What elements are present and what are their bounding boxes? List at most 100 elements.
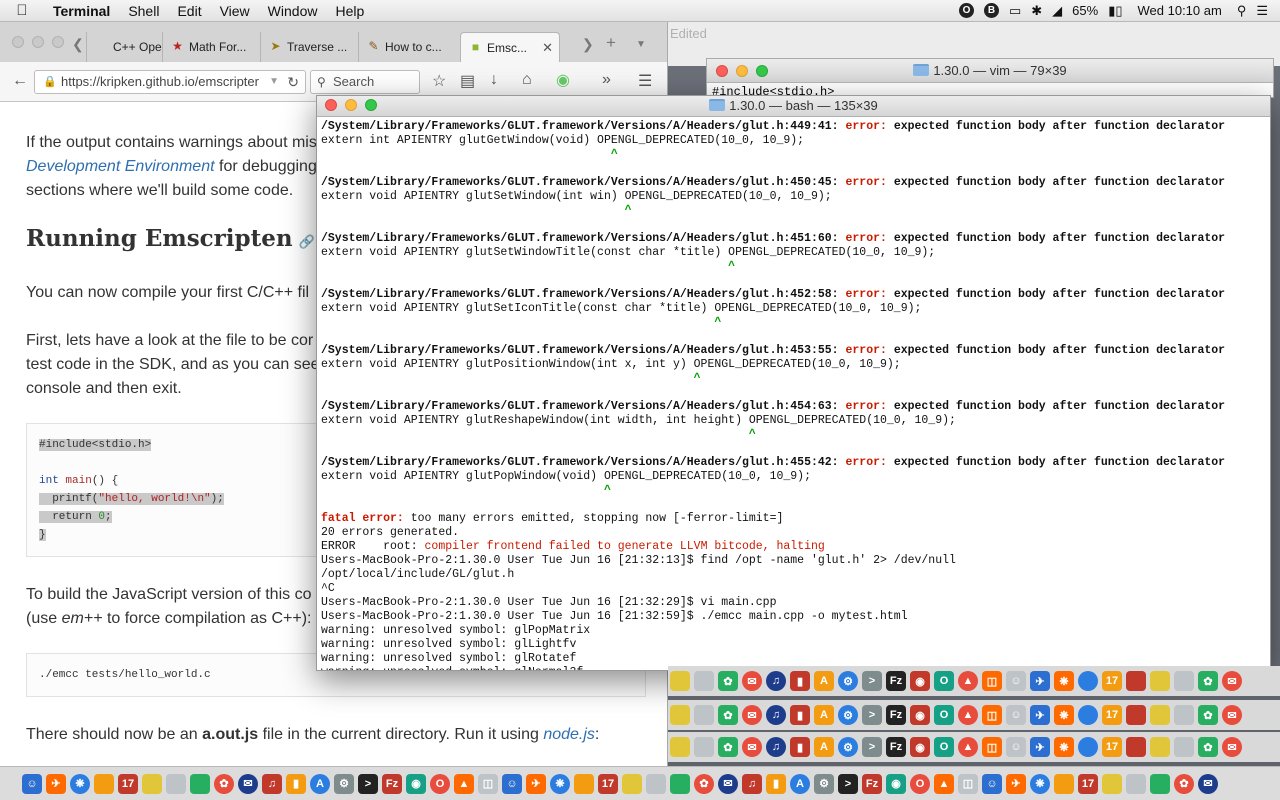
extension-icon[interactable]: ◉: [556, 70, 570, 90]
overflow-icon[interactable]: »: [602, 71, 611, 89]
battery-icon[interactable]: ▮▯: [1103, 3, 1127, 19]
music-icon[interactable]: ♫: [766, 737, 786, 757]
facetime-icon[interactable]: [1150, 773, 1170, 794]
books-icon[interactable]: ▮: [790, 671, 810, 691]
chrome-icon[interactable]: ◉: [886, 773, 906, 794]
launchpad-icon[interactable]: ✈: [526, 773, 546, 794]
safari-icon[interactable]: ❋: [550, 773, 570, 794]
system-preferences-icon[interactable]: ⚙: [334, 773, 354, 794]
contacts-icon[interactable]: [1078, 671, 1098, 691]
notes-icon[interactable]: [1102, 773, 1122, 794]
vim-window[interactable]: 1.30.0 — vim — 79×39 #include<stdio.h>: [706, 58, 1274, 99]
contacts-icon[interactable]: [1078, 737, 1098, 757]
photos-icon[interactable]: ✿: [214, 773, 234, 794]
books-icon[interactable]: ▮: [286, 773, 306, 794]
wifi-icon[interactable]: ◢: [1047, 3, 1067, 19]
calendar-icon[interactable]: 17: [1102, 705, 1122, 725]
filezilla-icon[interactable]: Fz: [886, 737, 906, 757]
zoom-button[interactable]: [52, 36, 64, 48]
filezilla-icon[interactable]: Fz: [886, 671, 906, 691]
tab-list-icon[interactable]: ▼: [636, 39, 646, 50]
music-icon[interactable]: ♫: [742, 773, 762, 794]
preview-icon[interactable]: [1126, 773, 1146, 794]
safari-icon[interactable]: ❋: [1054, 671, 1074, 691]
system-preferences-icon[interactable]: ⚙: [838, 671, 858, 691]
finder-icon[interactable]: ☺: [1006, 671, 1026, 691]
messages-icon[interactable]: ✉: [718, 773, 738, 794]
terminal-icon[interactable]: >: [862, 705, 882, 725]
preview-icon[interactable]: [1150, 705, 1170, 725]
terminal-titlebar[interactable]: 1.30.0 — bash — 135×39: [317, 96, 1270, 117]
preview-icon[interactable]: [1150, 737, 1170, 757]
menu-edit[interactable]: Edit: [168, 3, 210, 19]
chrome-icon[interactable]: ◉: [910, 671, 930, 691]
tab-cpp[interactable]: C++ Ope...: [86, 32, 162, 62]
reading-list-icon[interactable]: ▤: [460, 71, 475, 91]
safari-icon[interactable]: ❋: [70, 773, 90, 794]
calendar-icon[interactable]: 17: [1102, 737, 1122, 757]
terminal-icon[interactable]: >: [862, 671, 882, 691]
tab-traverse[interactable]: ➤ Traverse ...: [260, 32, 358, 62]
launchpad-icon[interactable]: ✈: [1030, 671, 1050, 691]
filezilla-icon[interactable]: Fz: [862, 773, 882, 794]
dev-environment-link[interactable]: Development Environment: [26, 158, 215, 175]
contacts-icon[interactable]: [1054, 773, 1074, 794]
photos-icon[interactable]: ✿: [718, 737, 738, 757]
vlc-icon[interactable]: ▲: [958, 737, 978, 757]
messages-icon[interactable]: ✉: [1222, 737, 1242, 757]
launchpad-icon[interactable]: ✈: [46, 773, 66, 794]
calendar-icon[interactable]: 17: [118, 773, 138, 794]
messages-icon[interactable]: ✉: [742, 671, 762, 691]
trash-icon[interactable]: ◫: [478, 773, 498, 794]
trash-icon[interactable]: ◫: [982, 737, 1002, 757]
menu-view[interactable]: View: [211, 3, 259, 19]
app-store-icon[interactable]: A: [310, 773, 330, 794]
facetime-icon[interactable]: [1174, 705, 1194, 725]
airplay-icon[interactable]: ▭: [1004, 3, 1026, 19]
facetime-icon[interactable]: [694, 737, 714, 757]
opera-icon[interactable]: O: [934, 737, 954, 757]
apple-icon[interactable]: : [0, 2, 44, 19]
contacts-icon[interactable]: [574, 773, 594, 794]
reload-icon[interactable]: ↻: [287, 71, 299, 93]
trash-icon[interactable]: ◫: [982, 671, 1002, 691]
menu-app-terminal[interactable]: Terminal: [44, 3, 119, 19]
books-icon[interactable]: ▮: [790, 705, 810, 725]
url-bar[interactable]: 🔒 https://kripken.github.io/emscripter ▼…: [34, 70, 306, 94]
opera-icon[interactable]: O: [430, 773, 450, 794]
menu-help[interactable]: Help: [326, 3, 373, 19]
chrome-icon[interactable]: ◉: [406, 773, 426, 794]
messages-icon[interactable]: ✉: [1222, 671, 1242, 691]
preview-icon[interactable]: [1150, 671, 1170, 691]
tab-scroll-right-icon[interactable]: ❯: [582, 36, 594, 53]
close-tab-icon[interactable]: ✕: [542, 33, 553, 62]
trash-icon[interactable]: ◫: [982, 705, 1002, 725]
terminal-window[interactable]: 1.30.0 — bash — 135×39 /System/Library/F…: [316, 95, 1271, 671]
filezilla-icon[interactable]: Fz: [886, 705, 906, 725]
safari-icon[interactable]: ❋: [1054, 737, 1074, 757]
photos-icon[interactable]: ✿: [1198, 737, 1218, 757]
permalink-icon[interactable]: 🔗: [299, 235, 315, 250]
bluetooth-icon[interactable]: ✱: [1026, 3, 1047, 19]
terminal-icon[interactable]: >: [358, 773, 378, 794]
preview-icon[interactable]: [670, 737, 690, 757]
photos-icon[interactable]: ✿: [694, 773, 714, 794]
messages-icon[interactable]: ✉: [742, 705, 762, 725]
facetime-icon[interactable]: [694, 671, 714, 691]
finder-icon[interactable]: ☺: [1006, 705, 1026, 725]
music-icon[interactable]: ♫: [766, 671, 786, 691]
launchpad-icon[interactable]: ✈: [1030, 705, 1050, 725]
system-preferences-icon[interactable]: ⚙: [814, 773, 834, 794]
spotlight-icon[interactable]: ⚲: [1232, 3, 1252, 19]
chrome-icon[interactable]: ◉: [910, 705, 930, 725]
terminal-icon[interactable]: >: [838, 773, 858, 794]
system-preferences-icon[interactable]: ⚙: [838, 737, 858, 757]
calendar-icon[interactable]: 17: [1102, 671, 1122, 691]
new-tab-icon[interactable]: +: [606, 33, 616, 53]
bookmark-star-icon[interactable]: ☆: [432, 71, 446, 91]
books-icon[interactable]: ▮: [790, 737, 810, 757]
calendar-icon[interactable]: 17: [1078, 773, 1098, 794]
contacts-icon[interactable]: [1078, 705, 1098, 725]
finder-icon[interactable]: ☺: [982, 773, 1002, 794]
menu-shell[interactable]: Shell: [119, 3, 168, 19]
